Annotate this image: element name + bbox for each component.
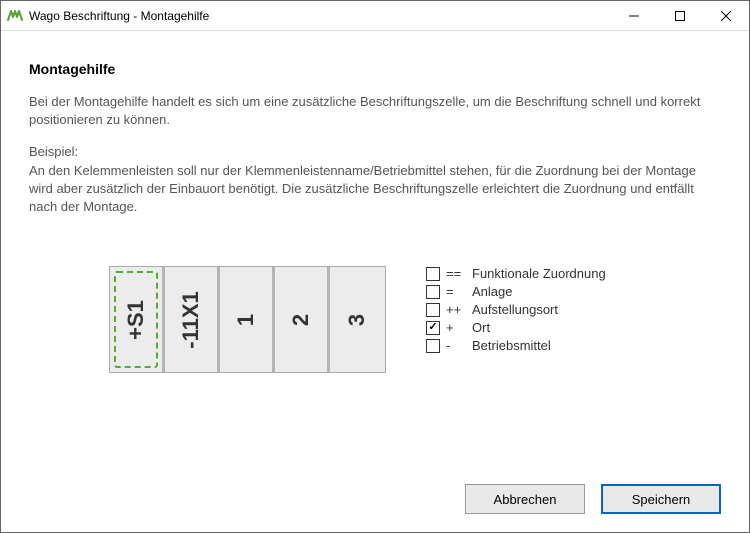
highlight-frame: +S1 bbox=[114, 271, 158, 368]
check-ort[interactable]: + Ort bbox=[426, 320, 606, 335]
check-aufstellungsort[interactable]: ++ Aufstellungsort bbox=[426, 302, 606, 317]
strip-label-1: -11X1 bbox=[178, 291, 204, 349]
check-label: Betriebsmittel bbox=[472, 338, 551, 353]
check-symbol: = bbox=[446, 284, 466, 299]
strip-cell-highlight: +S1 bbox=[110, 267, 165, 372]
check-anlage[interactable]: = Anlage bbox=[426, 284, 606, 299]
cancel-button[interactable]: Abbrechen bbox=[465, 484, 585, 514]
page-heading: Montagehilfe bbox=[29, 61, 721, 77]
example-text: An den Kelemmenleisten soll nur der Klem… bbox=[29, 163, 696, 214]
checkbox-icon bbox=[426, 267, 440, 281]
check-betriebsmittel[interactable]: - Betriebsmittel bbox=[426, 338, 606, 353]
check-symbol: - bbox=[446, 338, 466, 353]
strip-cell: 1 bbox=[220, 267, 275, 372]
checkbox-icon bbox=[426, 285, 440, 299]
checkbox-icon bbox=[426, 339, 440, 353]
minimize-button[interactable] bbox=[611, 1, 657, 30]
check-label: Ort bbox=[472, 320, 490, 335]
strip-label-4: 3 bbox=[345, 314, 371, 326]
check-symbol: ++ bbox=[446, 302, 466, 317]
window-controls bbox=[611, 1, 749, 30]
check-label: Aufstellungsort bbox=[472, 302, 558, 317]
check-funktionale-zuordnung[interactable]: == Funktionale Zuordnung bbox=[426, 266, 606, 281]
save-button[interactable]: Speichern bbox=[601, 484, 721, 514]
intro-paragraph: Bei der Montagehilfe handelt es sich um … bbox=[29, 93, 721, 129]
checkbox-group: == Funktionale Zuordnung = Anlage ++ Auf… bbox=[426, 266, 606, 353]
example-label: Beispiel: bbox=[29, 144, 78, 159]
strip-cell: 2 bbox=[275, 267, 330, 372]
label-strip: +S1 -11X1 1 2 3 bbox=[109, 266, 386, 373]
strip-cell: 3 bbox=[330, 267, 385, 372]
check-label: Anlage bbox=[472, 284, 512, 299]
app-logo-icon bbox=[7, 8, 23, 24]
checkbox-icon bbox=[426, 321, 440, 335]
close-button[interactable] bbox=[703, 1, 749, 30]
maximize-button[interactable] bbox=[657, 1, 703, 30]
example-area: +S1 -11X1 1 2 3 == Funktionale Zuordnung bbox=[29, 266, 721, 373]
check-symbol: + bbox=[446, 320, 466, 335]
example-paragraph: Beispiel: An den Kelemmenleisten soll nu… bbox=[29, 143, 721, 216]
dialog-footer: Abbrechen Speichern bbox=[1, 470, 749, 532]
strip-cell: -11X1 bbox=[165, 267, 220, 372]
check-symbol: == bbox=[446, 266, 466, 281]
window-title: Wago Beschriftung - Montagehilfe bbox=[29, 9, 611, 23]
strip-label-2: 1 bbox=[233, 314, 259, 326]
titlebar: Wago Beschriftung - Montagehilfe bbox=[1, 1, 749, 31]
check-label: Funktionale Zuordnung bbox=[472, 266, 606, 281]
strip-label-0: +S1 bbox=[123, 300, 149, 340]
strip-label-3: 2 bbox=[288, 314, 314, 326]
dialog-content: Montagehilfe Bei der Montagehilfe handel… bbox=[1, 31, 749, 470]
checkbox-icon bbox=[426, 303, 440, 317]
